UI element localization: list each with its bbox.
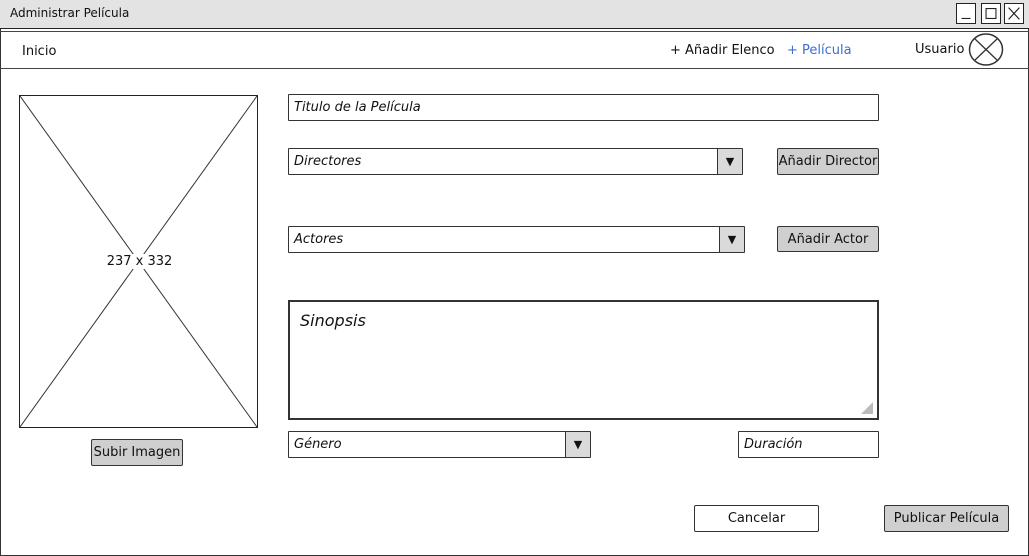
genre-select[interactable]: Género ▼	[288, 431, 591, 458]
close-icon	[1008, 7, 1020, 20]
synopsis-placeholder: Sinopsis	[300, 311, 366, 330]
duration-input[interactable]: Duración	[738, 431, 879, 458]
nav-add-film-link[interactable]: + Película	[787, 43, 852, 58]
title-bar	[0, 0, 1029, 29]
add-actor-button[interactable]: Añadir Actor	[777, 226, 879, 252]
maximize-icon	[985, 8, 997, 19]
movie-title-input[interactable]: Titulo de la Película	[288, 94, 879, 121]
chevron-down-icon[interactable]: ▼	[719, 227, 744, 252]
directors-placeholder: Directores	[294, 154, 362, 169]
duration-placeholder: Duración	[744, 437, 803, 452]
movie-title-placeholder: Titulo de la Película	[294, 100, 421, 115]
resize-grip-icon[interactable]	[861, 402, 873, 414]
minimize-button[interactable]	[956, 3, 976, 24]
avatar-placeholder-icon	[968, 33, 1004, 66]
image-size-text: 237 x 332	[104, 254, 175, 269]
nav-home-link[interactable]: Inicio	[22, 44, 56, 59]
chevron-down-icon[interactable]: ▼	[565, 432, 590, 457]
image-size-label: 237 x 332	[20, 254, 259, 269]
poster-image-placeholder: 237 x 332	[19, 95, 258, 428]
nav-user-label[interactable]: Usuario	[915, 42, 964, 57]
add-director-button[interactable]: Añadir Director	[777, 148, 879, 175]
cancel-button[interactable]: Cancelar	[694, 505, 819, 532]
publish-movie-button[interactable]: Publicar Película	[884, 505, 1009, 532]
genre-placeholder: Género	[294, 437, 342, 452]
actors-select[interactable]: Actores ▼	[288, 226, 745, 253]
maximize-button[interactable]	[981, 3, 1001, 24]
actors-placeholder: Actores	[294, 232, 344, 247]
chevron-down-icon[interactable]: ▼	[717, 149, 742, 174]
nav-add-cast-link[interactable]: + Añadir Elenco	[670, 43, 775, 58]
synopsis-textarea[interactable]: Sinopsis	[288, 300, 879, 420]
close-button[interactable]	[1004, 3, 1024, 24]
title-bar-divider	[0, 31, 1029, 32]
upload-image-button[interactable]: Subir Imagen	[91, 439, 183, 466]
minimize-icon	[961, 17, 971, 19]
avatar[interactable]	[968, 33, 1004, 66]
content-divider	[0, 68, 1029, 69]
directors-select[interactable]: Directores ▼	[288, 148, 743, 175]
window-title: Administrar Película	[10, 6, 130, 20]
